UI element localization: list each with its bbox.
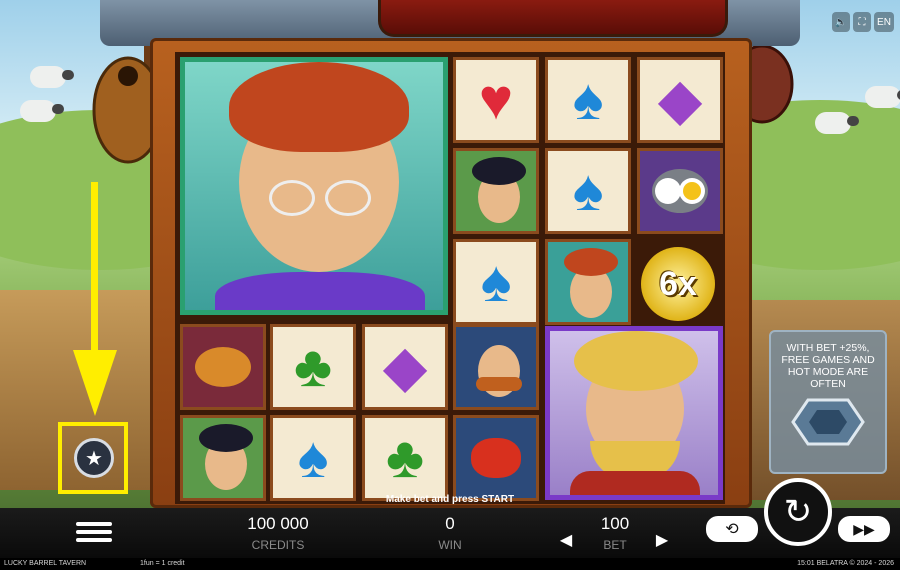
credits-value: 100 000 xyxy=(247,514,309,533)
symbol-roast-chicken xyxy=(180,324,266,410)
symbol-elf-red-hair xyxy=(545,239,631,325)
symbol-spade: ♠ xyxy=(270,415,356,501)
diamond-icon: ◆ xyxy=(657,67,703,132)
heart-icon: ♥ xyxy=(478,67,514,132)
spade-icon: ♠ xyxy=(480,249,512,314)
language-button[interactable]: EN xyxy=(874,12,894,32)
symbol-diamond: ◆ xyxy=(362,324,448,410)
lobster-icon xyxy=(471,438,521,478)
promo-panel: WITH BET +25%, FREE GAMES AND HOT MODE A… xyxy=(769,330,887,474)
star-icon: ★ xyxy=(85,447,103,470)
footer-game-title: LUCKY BARREL TAVERN xyxy=(4,560,87,567)
chicken-icon xyxy=(195,347,251,387)
autoplay-button[interactable]: ⟲ xyxy=(706,516,758,542)
bet-label: BET xyxy=(603,538,627,552)
big-symbol-blonde-elf xyxy=(545,326,723,500)
sheep xyxy=(865,86,900,108)
footer-denomination: 1fun = 1 credit xyxy=(140,560,185,567)
spin-button[interactable]: ↻ xyxy=(764,478,832,546)
symbol-spade: ♠ xyxy=(545,148,631,234)
symbol-elf-ginger xyxy=(453,324,539,410)
symbol-elf-black-hair xyxy=(180,415,266,501)
blonde-hair xyxy=(574,331,698,391)
highlight-arrow-line xyxy=(91,182,98,362)
purple-shirt xyxy=(215,272,425,310)
multiplier-badge: 6x xyxy=(641,247,715,321)
glasses-right xyxy=(325,180,371,216)
highlight-box: ★ xyxy=(58,422,128,494)
footer-bar: LUCKY BARREL TAVERN 1fun = 1 credit 15:0… xyxy=(0,558,900,570)
sheep xyxy=(815,112,859,134)
pan-icon xyxy=(652,169,708,213)
red-vest xyxy=(570,471,700,495)
spin-icon: ↻ xyxy=(783,493,813,531)
club-icon: ♣ xyxy=(293,334,333,399)
symbol-elf-black-hair xyxy=(453,148,539,234)
win-value: 0 xyxy=(445,514,455,533)
footer-clock-copyright: 15:01 BELATRA © 2024 - 2026 xyxy=(797,560,894,567)
menu-line xyxy=(76,522,112,526)
menu-line xyxy=(76,538,112,542)
symbol-club: ♣ xyxy=(270,324,356,410)
highlight-arrow-head xyxy=(73,350,117,416)
turbo-button[interactable]: ▶▶ xyxy=(838,516,890,542)
red-hair xyxy=(564,248,618,276)
egg-icon xyxy=(659,182,677,200)
fullscreen-button[interactable]: ⛶ xyxy=(853,12,871,32)
fullscreen-icon: ⛶ xyxy=(858,16,866,28)
spade-icon: ♠ xyxy=(572,158,604,223)
bet-value: 100 xyxy=(600,514,630,533)
egg-icon xyxy=(683,182,701,200)
symbol-spade: ♠ xyxy=(545,57,631,143)
menu-line xyxy=(76,530,112,534)
status-message: Make bet and press START xyxy=(385,494,515,505)
symbol-heart: ♥ xyxy=(453,57,539,143)
speaker-icon: 🔈 xyxy=(834,16,848,28)
symbol-club: ♣ xyxy=(362,415,448,501)
sound-button[interactable]: 🔈 xyxy=(832,12,850,32)
bet-decrease-button[interactable]: ◀ xyxy=(556,530,576,550)
menu-button[interactable] xyxy=(76,518,112,546)
win-label: WIN xyxy=(438,538,462,552)
symbol-diamond: ◆ xyxy=(637,57,723,143)
favorite-button[interactable]: ★ xyxy=(74,438,114,478)
bet-increase-button[interactable]: ▶ xyxy=(652,530,672,550)
sheep xyxy=(20,100,64,122)
symbol-fried-eggs xyxy=(637,148,723,234)
symbol-lobster xyxy=(453,415,539,501)
big-symbol-old-elf xyxy=(180,57,448,315)
glasses-left xyxy=(269,180,315,216)
club-icon: ♣ xyxy=(385,425,425,490)
mustache xyxy=(476,377,522,391)
autoplay-icon: ⟲ xyxy=(725,521,739,538)
bet-boost-button[interactable] xyxy=(783,394,873,450)
red-hair xyxy=(229,62,409,152)
diamond-icon: ◆ xyxy=(382,334,428,399)
black-hair xyxy=(472,157,526,185)
promo-text: WITH BET +25%, FREE GAMES AND HOT MODE A… xyxy=(781,342,875,390)
credits-label: CREDITS xyxy=(251,538,305,552)
reel-top-banner xyxy=(378,0,728,37)
spade-icon: ♠ xyxy=(297,425,329,490)
black-hair xyxy=(199,424,253,452)
sheep xyxy=(30,66,74,88)
spade-icon: ♠ xyxy=(572,67,604,132)
fast-forward-icon: ▶▶ xyxy=(853,520,875,537)
symbol-spade: ♠ xyxy=(453,239,539,325)
multiplier-symbol: 6x xyxy=(632,238,724,330)
